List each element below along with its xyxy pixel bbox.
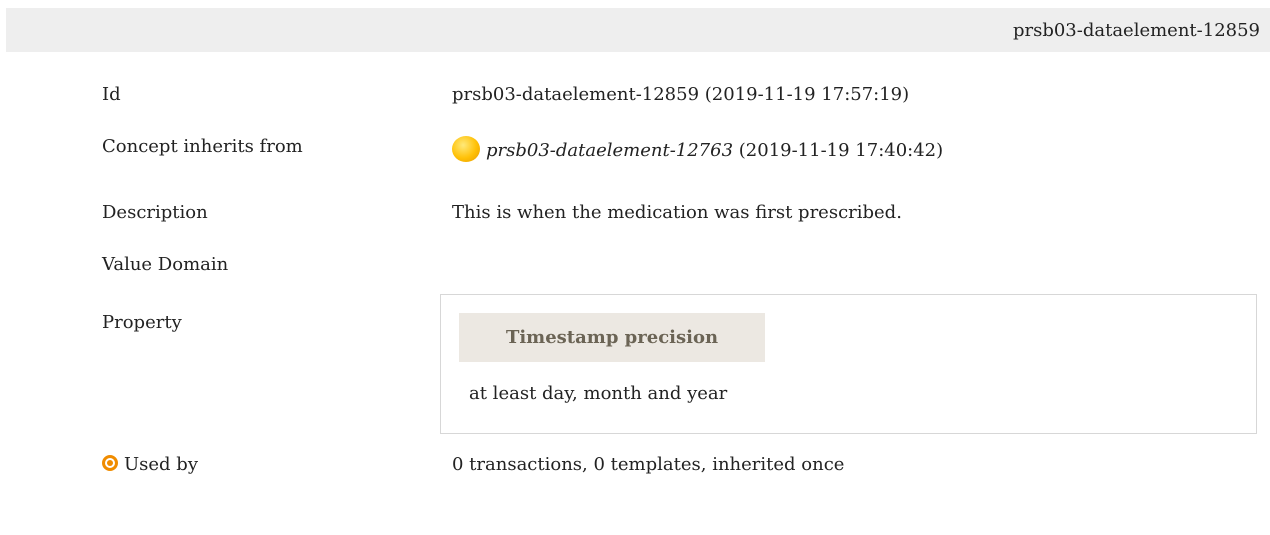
target-icon [102, 455, 118, 471]
used-by-label-row: Used by [102, 454, 198, 475]
inherits-link[interactable]: prsb03-dataelement-12763 [486, 140, 733, 161]
used-by-label: Used by [124, 454, 198, 475]
page-title: prsb03-dataelement-12859 [1012, 20, 1260, 41]
description-label: Description [102, 202, 208, 223]
value-domain-label: Value Domain [102, 254, 229, 275]
id-label: Id [102, 84, 121, 105]
property-heading: Timestamp precision [459, 313, 765, 362]
description-value: This is when the medication was first pr… [452, 202, 902, 223]
inherits-value: prsb03-dataelement-12763 (2019-11-19 17:… [452, 136, 943, 162]
inherits-label: Concept inherits from [102, 136, 303, 157]
property-box: Timestamp precision at least day, month … [440, 294, 1257, 434]
id-value: prsb03-dataelement-12859 (2019-11-19 17:… [452, 84, 910, 105]
inherits-date: (2019-11-19 17:40:42) [733, 140, 944, 161]
status-dot-icon [452, 136, 480, 162]
property-label: Property [102, 312, 182, 333]
property-value: at least day, month and year [469, 383, 728, 404]
used-by-value[interactable]: 0 transactions, 0 templates, inherited o… [452, 454, 844, 475]
header-bar: prsb03-dataelement-12859 [6, 8, 1270, 52]
